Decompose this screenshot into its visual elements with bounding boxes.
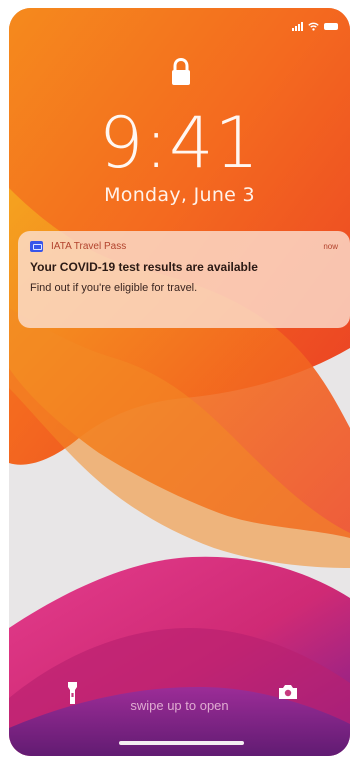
battery-icon <box>324 23 338 30</box>
clock-time: 9:41 <box>98 102 261 184</box>
lock-screen: 9:41 Monday, June 3 IATA Travel Pass now… <box>9 8 350 756</box>
iata-travel-pass-app-icon <box>30 241 43 252</box>
notification-header: IATA Travel Pass now <box>30 241 338 252</box>
home-indicator[interactable] <box>119 741 244 745</box>
status-bar <box>292 22 338 31</box>
cellular-signal-icon <box>292 22 303 31</box>
notification-time: now <box>323 242 338 251</box>
swipe-up-hint: swipe up to open <box>130 698 229 713</box>
notification-body: Find out if you're eligible for travel. <box>30 282 198 294</box>
notification-title: Your COVID-19 test results are available <box>30 260 258 274</box>
padlock-icon <box>172 58 190 85</box>
clock-date: Monday, June 3 <box>104 184 255 206</box>
notification-card[interactable]: IATA Travel Pass now Your COVID-19 test … <box>18 231 350 328</box>
wifi-icon <box>308 22 319 31</box>
notification-app-name: IATA Travel Pass <box>51 241 127 252</box>
